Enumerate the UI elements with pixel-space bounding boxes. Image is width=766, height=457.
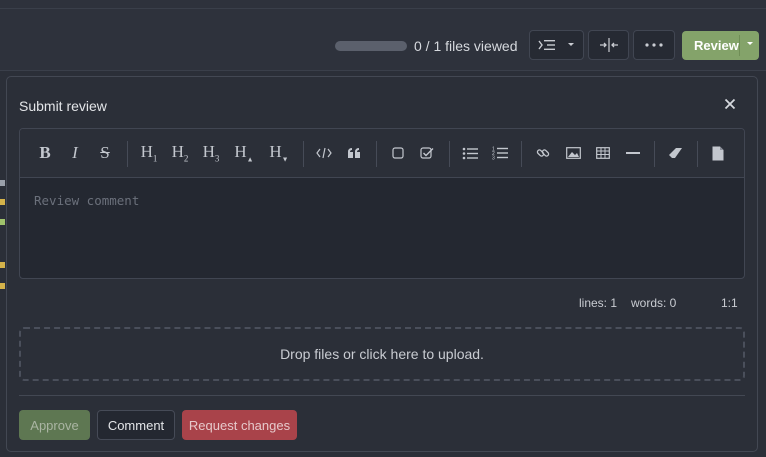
pr-header-bar: 0 / 1 files viewed Review xyxy=(0,0,766,71)
comment-button[interactable]: Comment xyxy=(97,410,175,440)
heading-bigger-icon: H▲ xyxy=(234,142,254,164)
italic-icon: I xyxy=(72,143,78,162)
ordered-list-button[interactable]: 1 2 3 xyxy=(491,143,509,163)
toolbar-divider xyxy=(697,141,698,167)
table-button[interactable] xyxy=(595,143,611,163)
toolbar-divider xyxy=(376,141,377,167)
table-icon xyxy=(596,147,610,159)
heading-smaller-icon: H▼ xyxy=(269,142,289,164)
clean-block-button[interactable] xyxy=(667,143,685,163)
comment-button-label: Comment xyxy=(107,417,165,433)
indent-list-icon xyxy=(537,40,555,50)
list-ordered-icon: 1 2 3 xyxy=(492,147,508,161)
task-unchecked-button[interactable] xyxy=(390,143,406,163)
bold-icon: B xyxy=(39,143,51,162)
strikethrough-button[interactable]: S xyxy=(97,143,113,163)
chevron-down-icon xyxy=(747,42,753,45)
line-count: lines: 1 xyxy=(579,296,618,310)
bold-button[interactable]: B xyxy=(37,143,53,163)
approve-button[interactable]: Approve xyxy=(19,410,90,440)
panel-title: Submit review xyxy=(19,98,107,114)
more-options-button[interactable] xyxy=(633,30,675,60)
eraser-icon xyxy=(669,148,682,158)
strikethrough-icon: S xyxy=(100,143,110,162)
review-comment-editor: B I S H1 H2 H3 H▲ H▼ 1 2 3 Review commen… xyxy=(19,128,745,279)
heading-1-icon: H1 xyxy=(140,142,158,164)
heading-3-button[interactable]: H3 xyxy=(200,142,222,164)
split-arrows-icon xyxy=(599,38,618,52)
toolbar-divider xyxy=(521,141,522,167)
panel-divider xyxy=(19,395,745,396)
checkbox-empty-icon xyxy=(392,147,404,159)
files-viewed-text: 0 / 1 files viewed xyxy=(414,38,518,54)
code-icon xyxy=(316,147,332,159)
close-icon[interactable] xyxy=(722,96,738,112)
file-upload-dropzone[interactable]: Drop files or click here to upload. xyxy=(19,327,745,381)
checkbox-checked-icon xyxy=(420,147,434,159)
cursor-position: 1:1 xyxy=(721,296,738,310)
markdown-toolbar: B I S H1 H2 H3 H▲ H▼ 1 2 3 xyxy=(20,129,744,178)
background-text-fragment xyxy=(0,199,5,205)
kebab-horizontal-icon xyxy=(645,43,663,47)
header-divider xyxy=(0,8,766,9)
request-changes-button-label: Request changes xyxy=(188,417,291,433)
heading-bigger-button[interactable]: H▲ xyxy=(231,142,257,164)
list-unordered-icon xyxy=(462,147,478,159)
link-button[interactable] xyxy=(535,143,551,163)
code-button[interactable] xyxy=(315,143,333,163)
review-button-label: Review xyxy=(694,38,739,53)
approve-button-label: Approve xyxy=(30,417,79,433)
image-icon xyxy=(565,147,581,159)
background-text-fragment xyxy=(0,219,5,225)
toolbar-divider xyxy=(127,141,128,167)
heading-2-icon: H2 xyxy=(171,142,189,164)
toolbar-divider xyxy=(449,141,450,167)
task-checked-button[interactable] xyxy=(419,143,435,163)
heading-smaller-button[interactable]: H▼ xyxy=(266,142,292,164)
review-button-divider xyxy=(739,35,740,56)
preview-document-button[interactable] xyxy=(710,143,726,163)
document-icon xyxy=(712,146,724,160)
link-icon xyxy=(536,149,550,157)
submit-review-panel: Submit review B I S H1 H2 H3 H▲ H▼ 1 2 3… xyxy=(6,76,758,452)
toolbar-divider xyxy=(654,141,655,167)
toolbar-divider xyxy=(303,141,304,167)
background-text-fragment xyxy=(0,262,5,268)
horizontal-rule-icon xyxy=(626,152,640,154)
background-text-fragment xyxy=(0,180,5,186)
review-button[interactable]: Review xyxy=(682,31,759,60)
file-tree-toggle-button[interactable] xyxy=(529,30,584,60)
chevron-down-icon xyxy=(567,43,574,46)
background-text-fragment xyxy=(0,283,5,289)
quote-icon xyxy=(348,148,360,158)
review-comment-input[interactable]: Review comment xyxy=(34,193,139,208)
italic-button[interactable]: I xyxy=(67,143,83,163)
heading-3-icon: H3 xyxy=(202,142,220,164)
files-viewed-progress-bar xyxy=(335,41,407,51)
quote-button[interactable] xyxy=(345,143,363,163)
dropzone-label: Drop files or click here to upload. xyxy=(280,346,484,362)
word-count: words: 0 xyxy=(631,296,677,310)
heading-1-button[interactable]: H1 xyxy=(138,142,160,164)
split-view-button[interactable] xyxy=(588,30,629,60)
request-changes-button[interactable]: Request changes xyxy=(182,410,297,440)
image-button[interactable] xyxy=(565,143,581,163)
horizontal-rule-button[interactable] xyxy=(625,143,641,163)
heading-2-button[interactable]: H2 xyxy=(169,142,191,164)
unordered-list-button[interactable] xyxy=(461,143,479,163)
svg-text:3: 3 xyxy=(492,156,495,161)
